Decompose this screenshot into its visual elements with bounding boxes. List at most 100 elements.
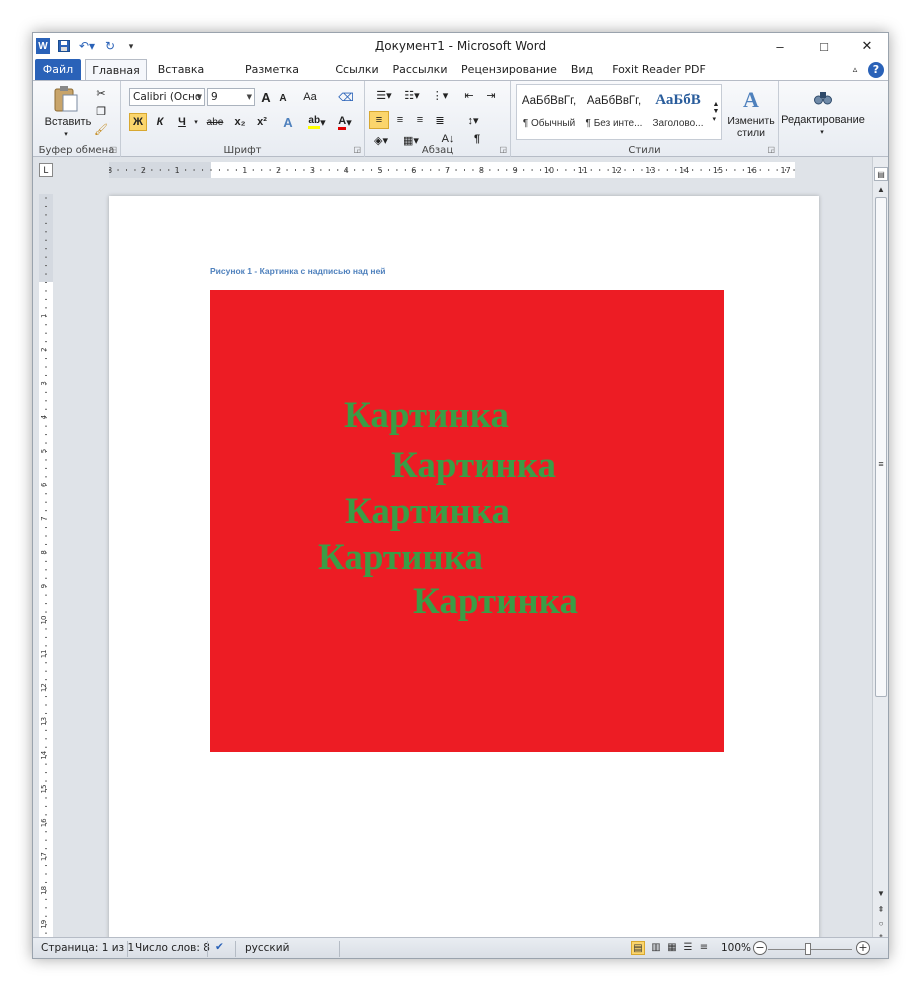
zoom-slider-thumb[interactable] xyxy=(805,943,811,955)
change-styles-icon[interactable]: A xyxy=(731,87,771,113)
subscript-button[interactable]: x₂ xyxy=(231,113,249,131)
styles-launcher-icon[interactable]: ◲ xyxy=(767,145,775,154)
grow-font-button[interactable]: A xyxy=(259,88,273,106)
font-launcher-icon[interactable]: ◲ xyxy=(353,145,361,154)
cut-icon[interactable]: ✂ xyxy=(93,85,109,101)
gallery-scroll-icon[interactable]: ▲ ▼ ▾ xyxy=(711,86,721,138)
vertical-ruler[interactable]: 1234567891011121314151617181920 xyxy=(39,194,53,937)
tab-insert[interactable]: Вставка xyxy=(153,59,209,81)
ruler-label: 4 xyxy=(40,414,48,419)
align-center-icon[interactable]: ≡ xyxy=(391,111,409,129)
picture-word: Картинка xyxy=(344,395,510,436)
bold-button[interactable]: Ж xyxy=(129,113,147,131)
style-sample: АаБбВвГг, xyxy=(586,95,642,107)
shrink-font-button[interactable]: A xyxy=(277,90,289,106)
tab-review[interactable]: Рецензирование xyxy=(461,59,557,81)
close-button[interactable]: ✕ xyxy=(845,33,888,59)
strikethrough-button[interactable]: abe xyxy=(203,113,227,131)
scroll-down-icon[interactable]: ▼ xyxy=(874,887,888,901)
tab-view[interactable]: Вид xyxy=(567,59,597,81)
underline-button[interactable]: Ч xyxy=(173,113,191,131)
word-count[interactable]: Число слов: 8 xyxy=(135,942,210,954)
font-name-combo[interactable]: Calibri (Осно ▼ xyxy=(129,88,205,106)
style-sample: АаБбВ xyxy=(655,92,701,108)
tab-mailings[interactable]: Рассылки xyxy=(391,59,449,81)
format-painter-icon[interactable]: 🖌 xyxy=(93,121,109,137)
help-icon[interactable]: ? xyxy=(868,62,884,78)
style-name: ¶ Обычный xyxy=(522,118,576,129)
language[interactable]: русский xyxy=(245,942,289,954)
superscript-button[interactable]: x² xyxy=(253,113,271,131)
zoom-level[interactable]: 100% xyxy=(721,942,751,954)
tab-page-layout[interactable]: Разметка страницы xyxy=(215,59,329,98)
increase-indent-icon[interactable]: ⇥ xyxy=(483,87,499,103)
status-divider xyxy=(207,941,208,957)
paste-icon[interactable] xyxy=(51,85,81,113)
previous-page-icon[interactable]: ⇞ xyxy=(874,903,888,917)
binoculars-icon[interactable] xyxy=(812,87,834,109)
scroll-grip-icon: ≡ xyxy=(878,459,884,469)
editing-button[interactable]: Редактирование xyxy=(781,113,865,127)
proofing-icon[interactable]: ✔ xyxy=(215,941,224,953)
horizontal-ruler-area: L 3211234567891011121314151617 xyxy=(33,157,888,182)
page-count[interactable]: Страница: 1 из 1 xyxy=(41,942,134,954)
tab-references[interactable]: Ссылки xyxy=(333,59,381,81)
style-no-spacing[interactable]: АаБбВвГг, ¶ Без инте... xyxy=(583,84,645,136)
align-left-icon[interactable]: ≡ xyxy=(369,111,389,129)
paragraph-launcher-icon[interactable]: ◲ xyxy=(499,145,507,154)
bullets-icon[interactable]: ☰▾ xyxy=(373,87,395,103)
ruler-toggle-icon[interactable]: ▤ xyxy=(874,167,888,181)
maximize-button[interactable]: □ xyxy=(802,33,846,59)
clipboard-launcher-icon[interactable]: ◲ xyxy=(109,145,117,154)
outline-icon[interactable]: ☰ xyxy=(681,941,695,955)
style-heading[interactable]: АаБбВ Заголово... xyxy=(647,84,709,136)
print-layout-icon[interactable]: ▤ xyxy=(631,941,645,955)
figure-caption[interactable]: Рисунок 1 - Картинка с надписью над ней xyxy=(210,266,386,276)
tab-home[interactable]: Главная xyxy=(85,59,147,81)
decrease-indent-icon[interactable]: ⇤ xyxy=(461,87,477,103)
text-effects-icon[interactable]: A xyxy=(277,113,299,131)
draft-icon[interactable]: ≡ xyxy=(697,941,711,955)
zoom-out-button[interactable]: − xyxy=(753,941,767,955)
zoom-in-button[interactable]: + xyxy=(856,941,870,955)
vertical-scrollbar[interactable]: ▤ ▲ ≡ ▼ ⇞ ○ ⇟ xyxy=(872,157,888,942)
status-divider xyxy=(339,941,340,957)
select-browse-object-icon[interactable]: ○ xyxy=(874,917,888,931)
numbering-icon[interactable]: ☷▾ xyxy=(401,87,423,103)
full-screen-reading-icon[interactable]: ▥ xyxy=(649,941,663,955)
style-sample: АаБбВвГг, xyxy=(521,95,577,107)
font-size-combo[interactable]: 9 ▼ xyxy=(207,88,255,106)
multilevel-list-icon[interactable]: ⋮▾ xyxy=(429,87,451,103)
group-editing: Редактирование ▾ xyxy=(779,81,865,157)
scroll-thumb[interactable] xyxy=(875,197,887,697)
page[interactable]: Рисунок 1 - Картинка с надписью над ней … xyxy=(109,196,819,937)
tab-selector[interactable]: L xyxy=(39,163,53,177)
italic-button[interactable]: К xyxy=(151,113,169,131)
copy-icon[interactable]: ❐ xyxy=(93,103,109,119)
chevron-down-icon: ▼ xyxy=(246,93,252,101)
font-group-label: Шрифт xyxy=(223,145,262,156)
status-bar: Страница: 1 из 1 Число слов: 8 ✔ русский… xyxy=(33,937,888,958)
line-spacing-icon[interactable]: ↕▾ xyxy=(461,111,485,129)
chevron-down-icon[interactable]: ▾ xyxy=(191,114,201,130)
highlight-icon[interactable]: ab ▾ xyxy=(305,113,329,131)
chevron-down-icon[interactable]: ▾ xyxy=(817,127,827,137)
font-color-icon[interactable]: A ▾ xyxy=(333,113,357,131)
align-right-icon[interactable]: ≡ xyxy=(411,111,429,129)
scroll-up-icon[interactable]: ▲ xyxy=(874,183,888,197)
tab-foxit[interactable]: Foxit Reader PDF xyxy=(609,59,709,81)
tab-file[interactable]: Файл xyxy=(35,59,81,81)
justify-icon[interactable]: ≣ xyxy=(431,111,449,129)
change-case-button[interactable]: Aa xyxy=(297,88,323,106)
minimize-button[interactable]: – xyxy=(758,33,802,59)
style-normal[interactable]: АаБбВвГг, ¶ Обычный xyxy=(518,84,580,136)
paragraph-group-label: Абзац xyxy=(421,145,454,156)
clear-formatting-icon[interactable]: ⌫ xyxy=(337,88,355,106)
picture[interactable]: Картинка Картинка Картинка Картинка Карт… xyxy=(210,290,724,752)
horizontal-ruler[interactable]: 3211234567891011121314151617 xyxy=(109,162,795,178)
paste-dropdown-icon[interactable]: ▾ xyxy=(61,129,71,139)
change-styles-button[interactable]: Изменить стили xyxy=(723,113,779,141)
paste-button[interactable]: Вставить xyxy=(39,115,97,129)
web-layout-icon[interactable]: ▦ xyxy=(665,941,679,955)
collapse-ribbon-icon[interactable]: ▵ xyxy=(849,59,861,81)
